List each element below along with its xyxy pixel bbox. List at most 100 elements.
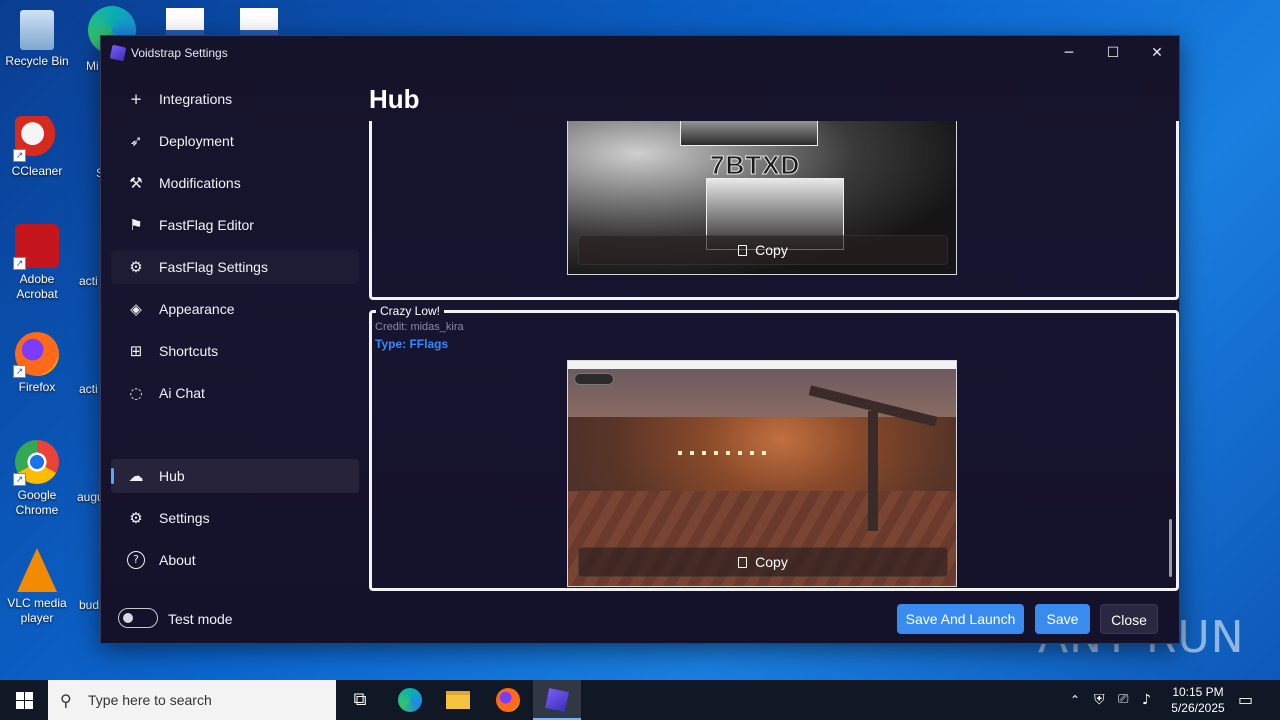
clock-date: 5/26/2025 [1171,701,1225,715]
page-title: Hub [369,84,420,114]
voidstrap-logo-icon [109,44,127,62]
desktop-icon-ccleaner[interactable]: ↗ CCleaner [0,116,74,179]
sidebar-item-settings[interactable]: ⚙ Settings [111,501,359,535]
sidebar-item-fastflag-settings[interactable]: ⚙ FastFlag Settings [111,250,359,284]
preset-preview-image: Copy [567,360,957,587]
partial-desktop-label: bud [79,598,99,612]
title-bar[interactable]: Voidstrap Settings ─ ☐ ✕ [101,36,1179,70]
search-icon: ⚲ [60,691,72,710]
sidebar-item-label: FastFlag Editor [159,217,254,233]
shortcut-arrow-icon: ↗ [13,473,26,486]
save-button[interactable]: Save [1035,604,1090,634]
firefox-icon: ↗ [13,332,59,378]
word-document-icon[interactable] [240,8,278,36]
voidstrap-taskbar-icon[interactable] [533,680,581,720]
sidebar-item-label: Appearance [159,301,235,317]
copy-icon [738,245,748,256]
copy-icon [738,557,748,568]
desktop-icon-recycle-bin[interactable]: Recycle Bin [0,10,74,69]
sidebar-item-label: FastFlag Settings [159,259,268,275]
partial-desktop-label: acti [79,274,98,288]
task-view-icon[interactable]: ⧉ [336,680,384,720]
clock-time: 10:15 PM [1172,685,1224,699]
close-button[interactable]: Close [1100,604,1158,634]
minimize-button[interactable]: ─ [1047,36,1091,70]
desktop-icon-google-chrome[interactable]: ↗ Google Chrome [0,440,74,518]
windows-logo-icon [25,692,33,700]
maximize-button[interactable]: ☐ [1091,36,1135,70]
sidebar-item-appearance[interactable]: ◈ Appearance [111,292,359,326]
desktop-icon-adobe-acrobat[interactable]: ↗ Adobe Acrobat [0,224,74,302]
test-mode-toggle[interactable] [118,608,158,628]
content-scrollbar[interactable] [1169,519,1172,577]
tray-chevron-icon[interactable]: ⌃ [1070,680,1080,720]
sidebar-item-integrations[interactable]: + Integrations [111,82,359,116]
partial-label: acti [79,382,98,396]
sidebar-item-label: Modifications [159,175,241,191]
file-explorer-icon[interactable] [434,680,482,720]
wrench-icon: ⚒ [129,174,143,192]
sidebar-item-label: Deployment [159,133,234,149]
sidebar-item-label: Ai Chat [159,385,205,401]
sidebar-item-deployment[interactable]: ➶ Deployment [111,124,359,158]
notifications-icon[interactable]: ▭ [1238,680,1253,720]
close-window-button[interactable]: ✕ [1135,36,1179,70]
sidebar-item-modifications[interactable]: ⚒ Modifications [111,166,359,200]
copy-button[interactable]: Copy [578,235,948,265]
preview-lights [678,451,768,455]
rocket-icon: ➶ [129,132,143,150]
sidebar-item-ai-chat[interactable]: ◌ Ai Chat [111,376,359,410]
taskbar: ⚲ Type here to search ⧉ ⌃ ⛨ ⎚ ♪ 10:15 PM… [0,680,1280,720]
flag-icon: ⚑ [129,216,143,234]
network-icon[interactable]: ⎚ [1118,680,1128,720]
edge-taskbar-icon[interactable] [386,680,434,720]
desktop-icon-label: Adobe Acrobat [16,272,58,301]
gear-icon: ⚙ [129,509,143,527]
desktop-icon-label: Google Chrome [15,488,59,517]
copy-label: Copy [755,554,788,570]
sidebar-item-label: Integrations [159,91,233,107]
windows-logo-icon [16,692,24,700]
desktop-icon-label: CCleaner [11,164,63,178]
partial-label: Mi [86,59,99,73]
sidebar-item-shortcuts[interactable]: ⊞ Shortcuts [111,334,359,368]
hub-card: Crazy Low! Credit: midas_kira Type: FFla… [369,304,1179,591]
card-credit: Credit: midas_kira [375,321,464,333]
taskbar-clock[interactable]: 10:15 PM 5/26/2025 [1166,684,1230,716]
toggle-knob [123,613,133,623]
sidebar-item-about[interactable]: ? About [111,543,359,577]
test-mode-label: Test mode [168,611,233,627]
voidstrap-settings-window: Voidstrap Settings ─ ☐ ✕ + Integrations … [100,35,1180,644]
volume-icon[interactable]: ♪ [1142,680,1151,720]
chat-icon: ◌ [129,384,143,402]
shortcut-arrow-icon: ↗ [13,149,26,162]
card-title: Crazy Low! [376,304,445,318]
sidebar-item-fastflag-editor[interactable]: ⚑ FastFlag Editor [111,208,359,242]
recycle-bin-icon [20,10,54,50]
desktop-icon-firefox[interactable]: ↗ Firefox [0,332,74,395]
sidebar-item-label: Settings [159,510,210,526]
word-document-icon[interactable] [166,8,204,36]
ccleaner-icon: ↗ [13,116,59,162]
tray-app-icon[interactable]: ⛨ [1094,680,1105,720]
hub-card: 7BTXD Copy [369,121,1179,300]
partial-desktop-label: Mi [86,59,99,73]
cloud-icon: ☁ [128,467,144,485]
help-icon: ? [127,551,145,569]
vlc-icon [17,548,57,592]
partial-label: acti [79,274,98,288]
preset-preview-image: 7BTXD Copy [567,121,957,275]
card-type: Type: FFlags [375,337,449,351]
desktop-icon-vlc[interactable]: VLC media player [0,548,74,626]
start-button[interactable] [0,680,48,720]
desktop-icon-label: VLC media player [7,596,67,625]
save-and-launch-button[interactable]: Save And Launch [897,604,1024,634]
copy-button[interactable]: Copy [578,547,948,577]
hub-content: 7BTXD Copy Crazy Low! Credit: midas_kira… [369,121,1179,591]
taskbar-search-box[interactable]: ⚲ Type here to search [48,680,336,720]
partial-label: bud [79,598,100,612]
window-title: Voidstrap Settings [131,46,228,60]
sidebar-item-hub[interactable]: ☁ Hub [111,459,359,493]
search-placeholder: Type here to search [88,692,212,708]
firefox-taskbar-icon[interactable] [484,680,532,720]
